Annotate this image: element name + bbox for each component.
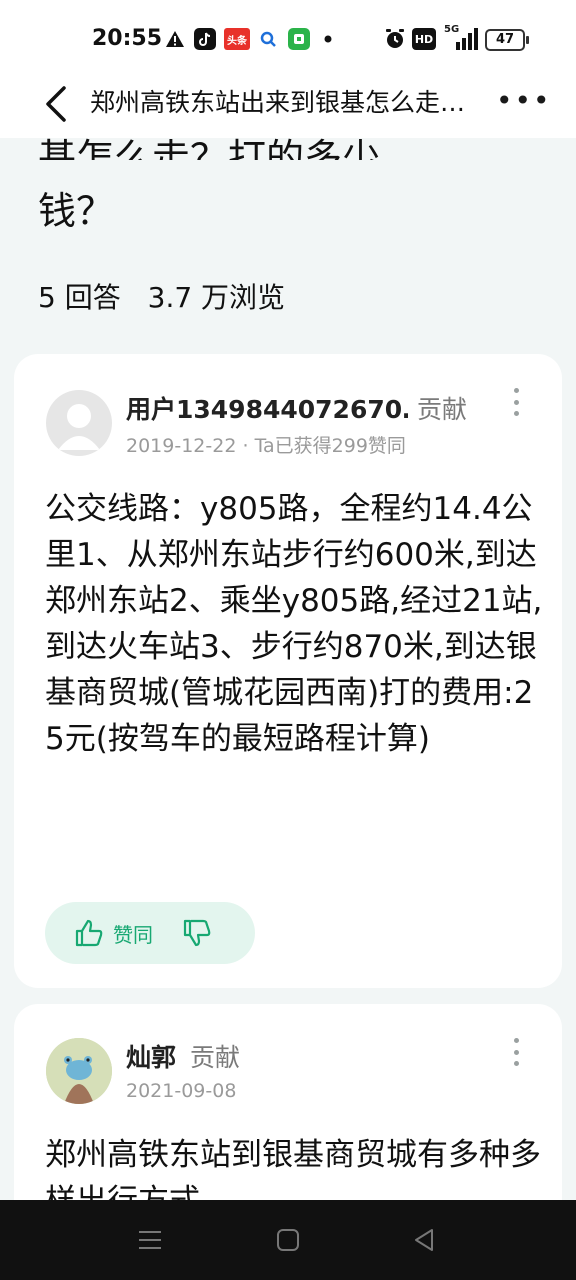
avatar[interactable]	[46, 390, 112, 456]
toutiao-icon: 头条	[224, 28, 250, 50]
contribution-badge: 贡献	[190, 1043, 241, 1072]
alarm-icon	[383, 28, 407, 50]
answer-text: 公交线路：y805路，全程约14.4公里1、从郑州东站步行约600米,到达郑州东…	[45, 491, 543, 757]
header-title: 郑州高铁东站出来到银基怎么走？打的多少钱？	[90, 88, 490, 117]
contribution-badge: 贡献	[417, 395, 468, 424]
back-nav-button[interactable]	[404, 1220, 444, 1260]
search-app-icon	[258, 28, 278, 50]
answer-menu-button[interactable]	[508, 1034, 524, 1070]
dot-icon	[322, 28, 334, 50]
battery-icon: 47	[485, 29, 529, 51]
menu-lines-icon	[139, 1231, 161, 1249]
network-label: 5G	[444, 24, 460, 35]
avatar[interactable]	[46, 1038, 112, 1104]
meta-separator: ·	[242, 435, 249, 457]
views-count: 3.7 万浏览	[147, 281, 286, 314]
back-button[interactable]	[36, 80, 80, 128]
alert-icon	[164, 28, 186, 50]
tiktok-icon	[194, 28, 216, 50]
user-avatar-icon	[46, 1038, 112, 1104]
answer-date: 2019-12-22	[126, 435, 237, 457]
answer-menu-button[interactable]	[508, 384, 524, 420]
answers-count: 5 回答	[38, 281, 121, 314]
answer-card: 用户1349844072670… 贡献 2019-12-22 · Ta已获得29…	[14, 354, 562, 988]
system-nav-bar	[0, 1200, 576, 1280]
user-name[interactable]: 用户1349844072670…	[126, 390, 408, 426]
question-stats: 5 回答 3.7 万浏览	[38, 276, 303, 316]
square-icon	[277, 1229, 299, 1251]
answer-card: 灿郭 贡献 2021-09-08 郑州高铁东站到银基商贸城有多种多样出行方式	[14, 1004, 562, 1224]
user-likes-info: Ta已获得299赞同	[254, 435, 406, 457]
upvote-button[interactable]: 赞同	[73, 917, 153, 949]
chevron-left-icon	[46, 86, 66, 122]
status-time: 20:55	[92, 26, 163, 51]
downvote-button[interactable]	[181, 917, 213, 949]
answer-meta: 2019-12-22 · Ta已获得299赞同	[126, 431, 406, 458]
app-icon	[288, 28, 310, 50]
question-title: 钱？	[38, 189, 115, 233]
app-header: 郑州高铁东站出来到银基怎么走？打的多少钱？ •••	[0, 72, 576, 138]
hd-icon: HD	[412, 28, 436, 50]
thumbs-down-icon	[183, 919, 211, 947]
triangle-back-icon	[415, 1229, 433, 1251]
recents-button[interactable]	[130, 1220, 170, 1260]
question-title-partial: 基怎么走？打的多少	[38, 138, 381, 160]
answer-date: 2021-09-08	[126, 1080, 237, 1102]
5g-signal-icon: 5G	[444, 24, 478, 50]
upvote-label: 赞同	[113, 922, 153, 947]
thumbs-up-icon	[75, 919, 103, 947]
default-avatar-icon	[58, 404, 100, 450]
vote-pill: 赞同	[45, 902, 255, 964]
more-options-button[interactable]: •••	[496, 84, 550, 120]
status-bar: 20:55 头条 HD 5G 47	[0, 0, 576, 72]
home-button[interactable]	[268, 1220, 308, 1260]
user-name[interactable]: 灿郭	[126, 1038, 176, 1074]
